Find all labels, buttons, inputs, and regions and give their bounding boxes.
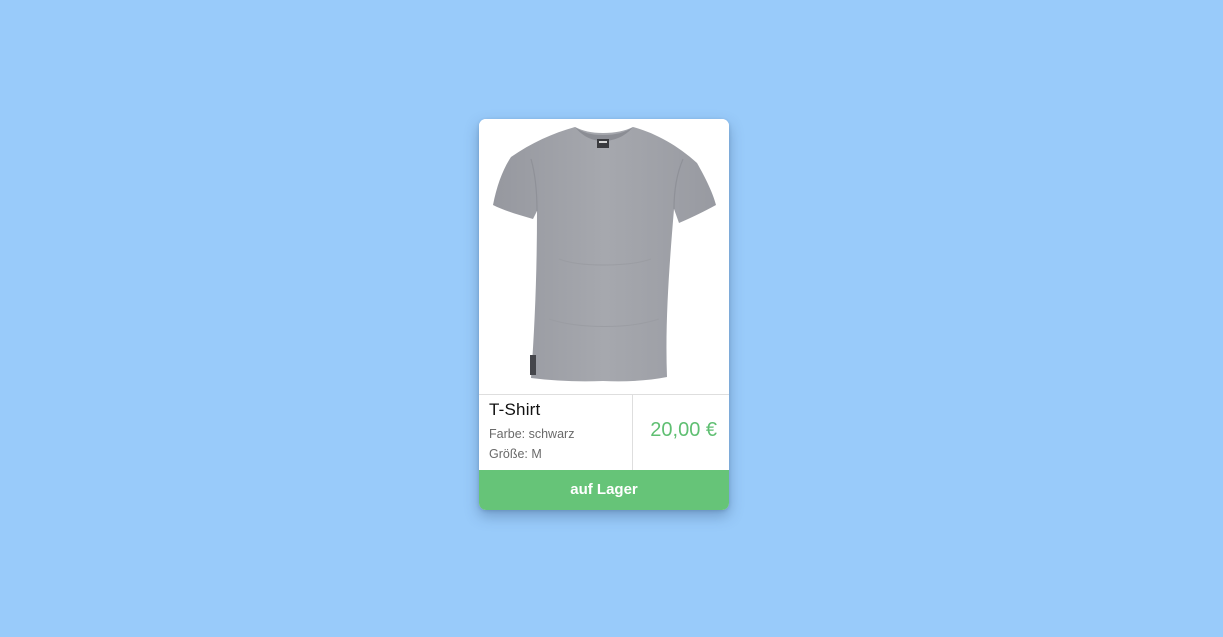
product-color: Farbe: schwarz	[489, 427, 575, 441]
product-price: 20,00 €	[650, 419, 717, 441]
product-details: T-Shirt Farbe: schwarz Größe: M	[479, 395, 633, 470]
product-info: T-Shirt Farbe: schwarz Größe: M 20,00 €	[479, 395, 729, 470]
tshirt-icon	[493, 127, 716, 382]
product-name: T-Shirt	[489, 400, 541, 419]
stock-status-button[interactable]: auf Lager	[479, 470, 729, 510]
product-card: T-Shirt Farbe: schwarz Größe: M 20,00 € …	[479, 119, 729, 510]
product-image	[479, 119, 729, 395]
product-size: Größe: M	[489, 447, 542, 461]
